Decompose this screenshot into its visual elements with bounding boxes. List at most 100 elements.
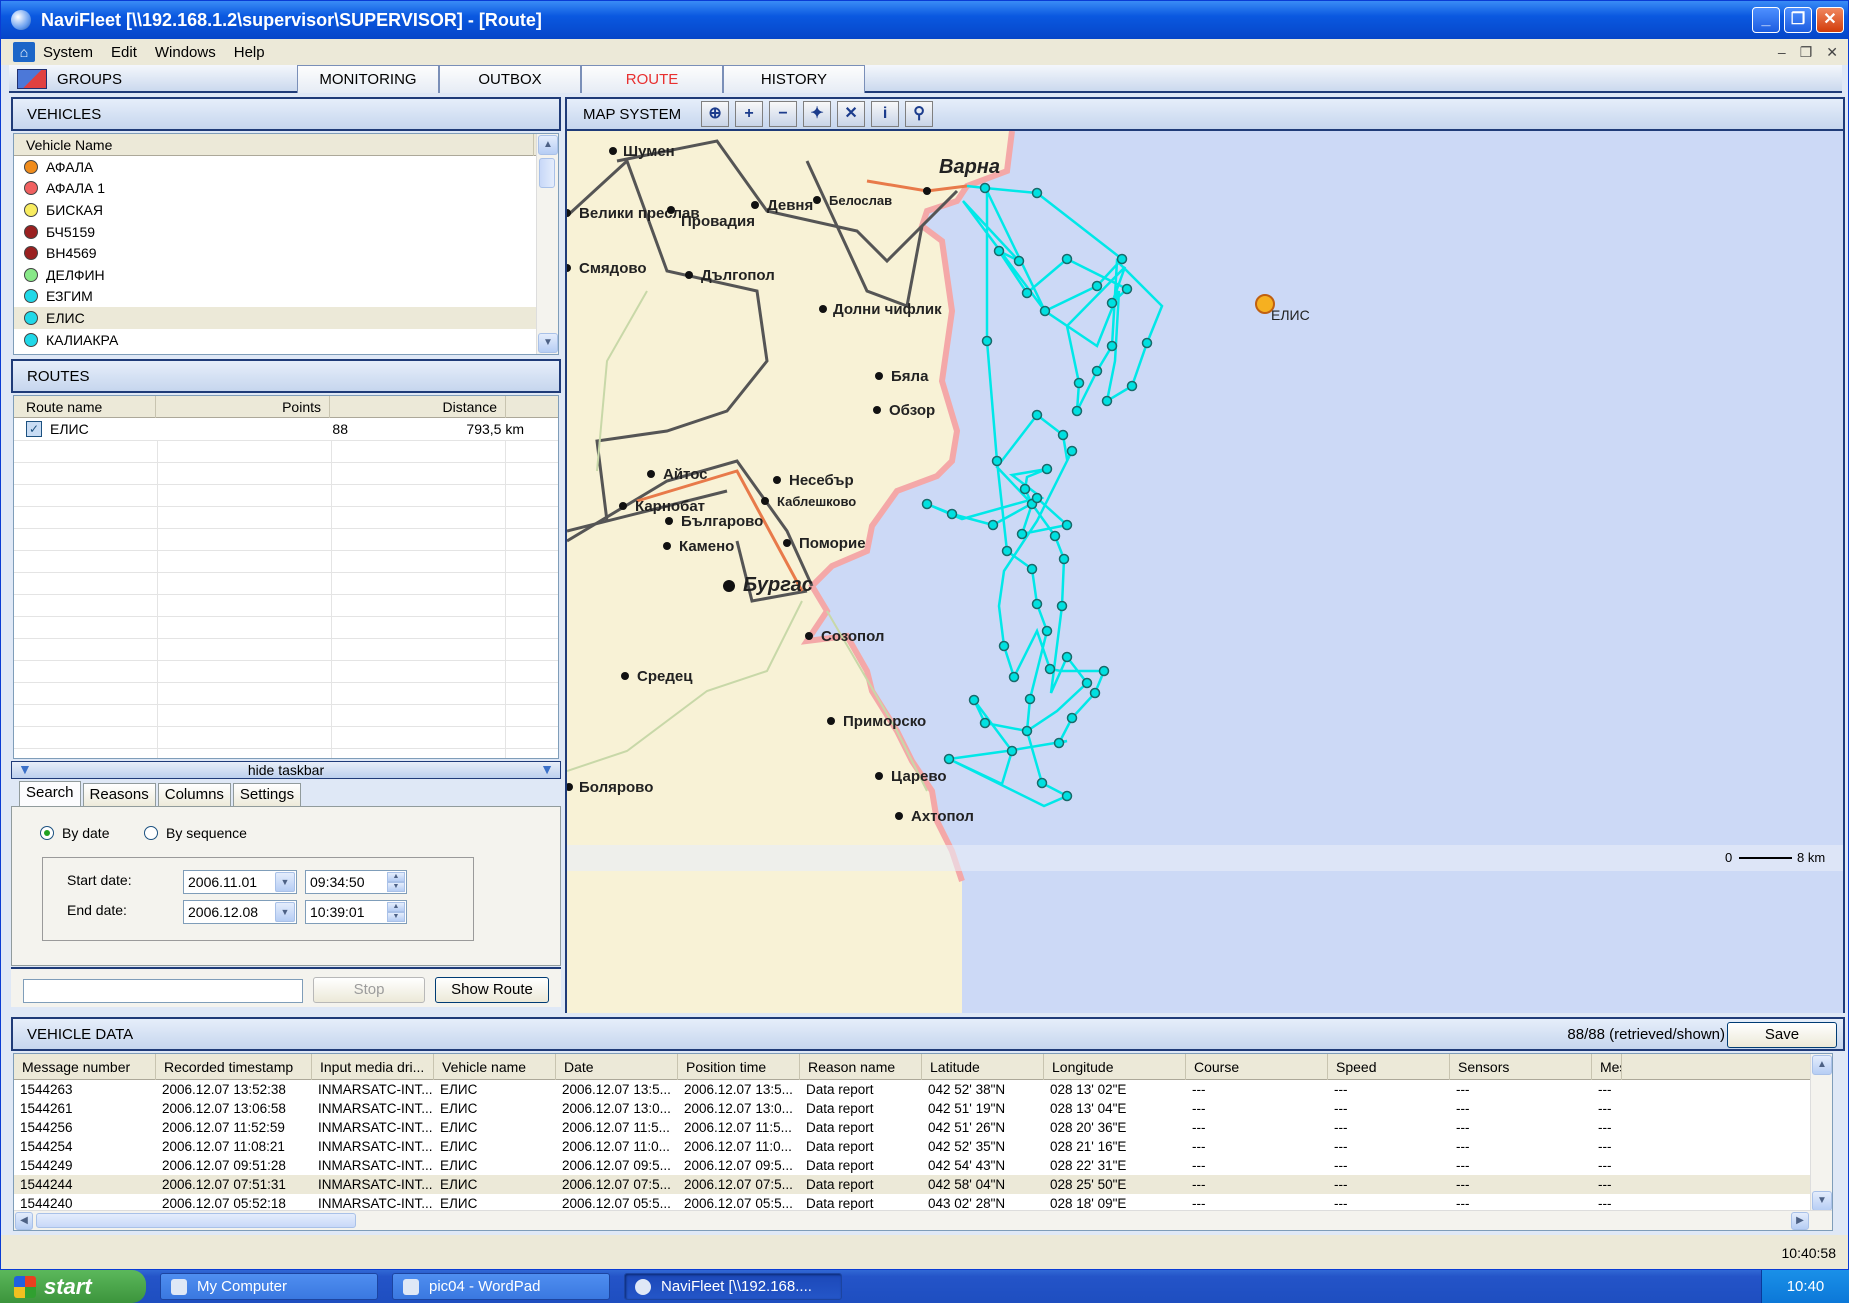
tab-settings[interactable]: Settings: [232, 783, 302, 807]
column-header[interactable]: Recorded timestamp: [156, 1054, 312, 1080]
vehicle-row[interactable]: ВН4569: [14, 242, 536, 264]
vehicle-row[interactable]: БИСКАЯ: [14, 199, 536, 221]
column-header[interactable]: Reason name: [800, 1054, 922, 1080]
scroll-right-icon[interactable]: ▶: [1791, 1212, 1809, 1230]
hscroll-thumb[interactable]: [36, 1213, 356, 1228]
scroll-up-icon[interactable]: ▲: [1812, 1055, 1832, 1075]
vehicle-row[interactable]: КАЛИАКРА: [14, 329, 536, 351]
save-button[interactable]: Save: [1727, 1022, 1837, 1048]
zoom-window-icon[interactable]: ⊕: [701, 101, 730, 127]
mdi-restore-button[interactable]: ❐: [1800, 44, 1813, 61]
hide-taskbar-bar[interactable]: ▼ hide taskbar ▼: [11, 761, 561, 779]
vehicle-name-column[interactable]: Vehicle Name: [14, 134, 534, 156]
scroll-down-icon[interactable]: ▼: [1812, 1191, 1832, 1211]
end-time-spinner[interactable]: 10:39:01 ▲ ▼: [305, 900, 407, 924]
vehicle-row[interactable]: ЕЗГИМ: [14, 286, 536, 308]
collapse-right-icon[interactable]: ▼: [540, 761, 554, 777]
table-vscrollbar[interactable]: ▲ ▼: [1810, 1054, 1832, 1212]
by-date-radio[interactable]: By date: [40, 825, 109, 841]
table-row[interactable]: 1544249 2006.12.07 09:51:28 INMARSATC-INT.…: [14, 1156, 1832, 1175]
table-hscrollbar[interactable]: ◀ ▶: [14, 1210, 1832, 1230]
spin-down-icon[interactable]: ▼: [387, 882, 405, 892]
vehicle-row[interactable]: БЧ5159: [14, 221, 536, 243]
column-header[interactable]: Date: [556, 1054, 678, 1080]
by-sequence-radio[interactable]: By sequence: [144, 825, 247, 841]
mdi-minimize-button[interactable]: –: [1778, 44, 1786, 60]
vehicle-row[interactable]: АФАЛА: [14, 156, 536, 178]
task-my-computer[interactable]: My Computer: [160, 1273, 378, 1300]
vehicle-row[interactable]: АФАЛА 1: [14, 178, 536, 200]
tab-outbox[interactable]: OUTBOX: [439, 65, 581, 93]
table-row[interactable]: 1544263 2006.12.07 13:52:38 INMARSATC-INT.…: [14, 1080, 1832, 1099]
table-row[interactable]: 1544254 2006.12.07 11:08:21 INMARSATC-INT.…: [14, 1137, 1832, 1156]
chevron-down-icon[interactable]: ▼: [275, 902, 295, 922]
minimize-button[interactable]: _: [1752, 7, 1780, 33]
vehicle-row[interactable]: ЕЛИС: [14, 307, 536, 329]
points-column[interactable]: Points: [156, 396, 330, 418]
column-header[interactable]: Course: [1186, 1054, 1328, 1080]
menu-help[interactable]: Help: [234, 44, 265, 61]
column-header[interactable]: Latitude: [922, 1054, 1044, 1080]
chevron-down-icon[interactable]: ▼: [275, 872, 295, 892]
tab-history[interactable]: HISTORY: [723, 65, 865, 93]
scroll-left-icon[interactable]: ◀: [15, 1212, 33, 1230]
tab-route[interactable]: ROUTE: [581, 65, 723, 93]
start-button[interactable]: start: [0, 1270, 146, 1303]
collapse-left-icon[interactable]: ▼: [18, 761, 32, 777]
route-checkbox[interactable]: ✓: [26, 421, 42, 437]
tab-search[interactable]: Search: [19, 781, 81, 807]
spin-up-icon[interactable]: ▲: [387, 872, 405, 882]
vehicle-scrollbar[interactable]: ▲ ▼: [536, 134, 558, 354]
table-row[interactable]: 1544256 2006.12.07 11:52:59 INMARSATC-INT.…: [14, 1118, 1832, 1137]
stop-button[interactable]: Stop: [313, 977, 425, 1003]
column-header[interactable]: Vehicle name: [434, 1054, 556, 1080]
scroll-up-icon[interactable]: ▲: [538, 135, 558, 155]
table-cell: 028 20' 36"E: [1050, 1120, 1127, 1135]
start-date-combo[interactable]: 2006.11.01 ▼: [183, 870, 297, 894]
route-row[interactable]: ✓ ЕЛИС 88 793,5 km: [14, 418, 558, 440]
task-navifleet[interactable]: NaviFleet [\\192.168....: [624, 1273, 842, 1300]
route-search-input[interactable]: [23, 979, 303, 1003]
route-name-column[interactable]: Route name: [14, 396, 156, 418]
title-bar[interactable]: NaviFleet [\\192.168.1.2\supervisor\SUPE…: [1, 1, 1848, 39]
map-canvas[interactable]: ЕЛИС ШуменВарнаВелики преславПровадияДев…: [567, 131, 1845, 1013]
vehicle-marker[interactable]: ЕЛИС: [1255, 294, 1310, 323]
menu-system[interactable]: System: [43, 44, 93, 61]
mdi-close-button[interactable]: ✕: [1826, 44, 1838, 61]
column-header[interactable]: Position time: [678, 1054, 800, 1080]
scroll-thumb[interactable]: [539, 158, 555, 188]
table-row[interactable]: 1544261 2006.12.07 13:06:58 INMARSATC-INT.…: [14, 1099, 1832, 1118]
start-time-spinner[interactable]: 09:34:50 ▲ ▼: [305, 870, 407, 894]
zoom-in-icon[interactable]: +: [735, 101, 764, 127]
table-row[interactable]: 1544244 2006.12.07 07:51:31 INMARSATC-INT.…: [14, 1175, 1832, 1194]
task-wordpad[interactable]: pic04 - WordPad: [392, 1273, 610, 1300]
restore-button[interactable]: ❐: [1784, 7, 1812, 33]
tab-reasons[interactable]: Reasons: [82, 783, 156, 807]
spin-down-icon[interactable]: ▼: [387, 912, 405, 922]
info-icon[interactable]: i: [871, 101, 900, 127]
tab-monitoring[interactable]: MONITORING: [297, 65, 439, 93]
center-icon[interactable]: ✦: [803, 101, 832, 127]
groups-button[interactable]: GROUPS: [9, 65, 299, 93]
show-route-button[interactable]: Show Route: [435, 977, 549, 1003]
fit-icon[interactable]: ✕: [837, 101, 866, 127]
column-header[interactable]: Sensors: [1450, 1054, 1592, 1080]
close-button[interactable]: ✕: [1816, 7, 1844, 33]
column-header[interactable]: Longitude: [1044, 1054, 1186, 1080]
menu-windows[interactable]: Windows: [155, 44, 216, 61]
spin-up-icon[interactable]: ▲: [387, 902, 405, 912]
menu-edit[interactable]: Edit: [111, 44, 137, 61]
vehicle-row[interactable]: ДЕЛФИН: [14, 264, 536, 286]
ruler-icon[interactable]: ⚲: [905, 101, 934, 127]
end-date-combo[interactable]: 2006.12.08 ▼: [183, 900, 297, 924]
scroll-down-icon[interactable]: ▼: [538, 333, 558, 353]
map-view[interactable]: ЕЛИС Шумен Варна Велики преслав Провадия Дев…: [565, 131, 1845, 1013]
zoom-out-icon[interactable]: −: [769, 101, 798, 127]
column-header[interactable]: Message number: [14, 1054, 156, 1080]
tab-columns[interactable]: Columns: [157, 783, 231, 807]
column-header[interactable]: Speed: [1328, 1054, 1450, 1080]
distance-column[interactable]: Distance: [330, 396, 506, 418]
column-header[interactable]: Mes: [1592, 1054, 1622, 1080]
column-header[interactable]: Input media dri...: [312, 1054, 434, 1080]
document-icon[interactable]: ⌂: [13, 42, 35, 62]
